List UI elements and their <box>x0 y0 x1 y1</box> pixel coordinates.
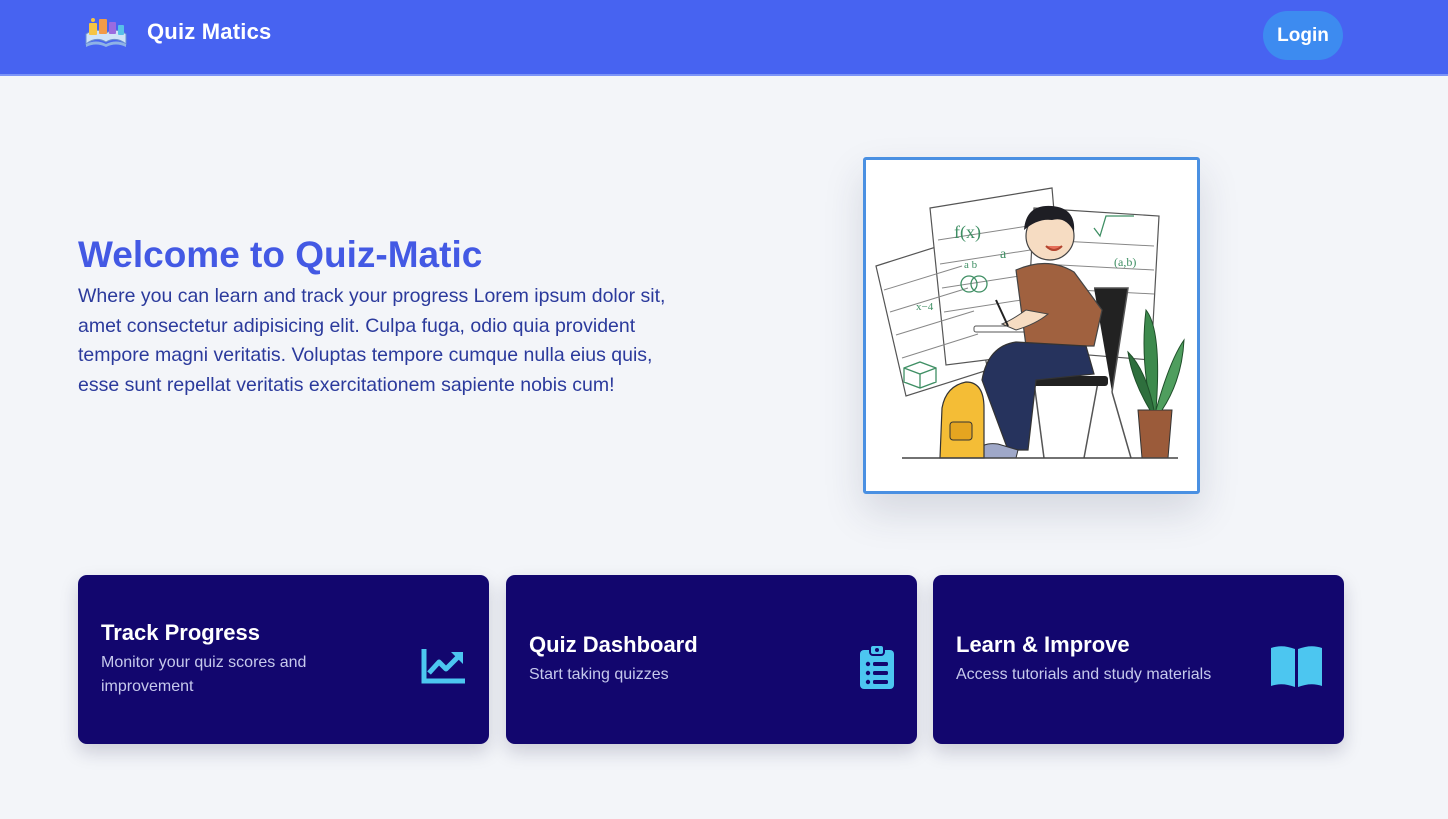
navbar: Quiz Matics Login <box>0 0 1448 76</box>
card-description: Access tutorials and study materials <box>956 666 1212 683</box>
card-track-progress[interactable]: Track Progress Monitor your quiz scores … <box>78 575 489 744</box>
card-title: Learn & Improve <box>956 632 1130 657</box>
card-learn-improve[interactable]: Learn & Improve Access tutorials and stu… <box>933 575 1344 744</box>
hero-illustration: f(x) a a b (a,b) x−4 <box>863 157 1200 494</box>
hero-description: Where you can learn and track your progr… <box>78 285 666 396</box>
chart-line-icon <box>421 649 465 684</box>
hero-section: Welcome to Quiz-Matic Where you can lear… <box>78 232 698 400</box>
brand-name: Quiz Matics <box>147 19 272 44</box>
student-studying-illustration: f(x) a a b (a,b) x−4 <box>866 160 1197 491</box>
open-book-icon <box>1271 646 1322 687</box>
card-description: Start taking quizzes <box>529 666 669 683</box>
svg-text:f(x): f(x) <box>954 222 981 243</box>
brand[interactable]: Quiz Matics <box>82 14 271 50</box>
card-description: Monitor your quiz scores and improvement <box>101 654 307 695</box>
svg-text:a: a <box>1000 247 1007 262</box>
card-quiz-dashboard[interactable]: Quiz Dashboard Start taking quizzes <box>506 575 917 744</box>
svg-text:(a,b): (a,b) <box>1114 255 1136 269</box>
login-button[interactable]: Login <box>1263 11 1343 60</box>
card-title: Track Progress <box>101 620 260 645</box>
hero-title: Welcome to Quiz-Matic <box>78 234 483 275</box>
clipboard-list-icon <box>860 644 894 689</box>
card-title: Quiz Dashboard <box>529 632 698 657</box>
svg-text:a b: a b <box>964 259 978 271</box>
svg-text:x−4: x−4 <box>916 301 934 313</box>
quiz-logo-icon <box>85 18 127 47</box>
